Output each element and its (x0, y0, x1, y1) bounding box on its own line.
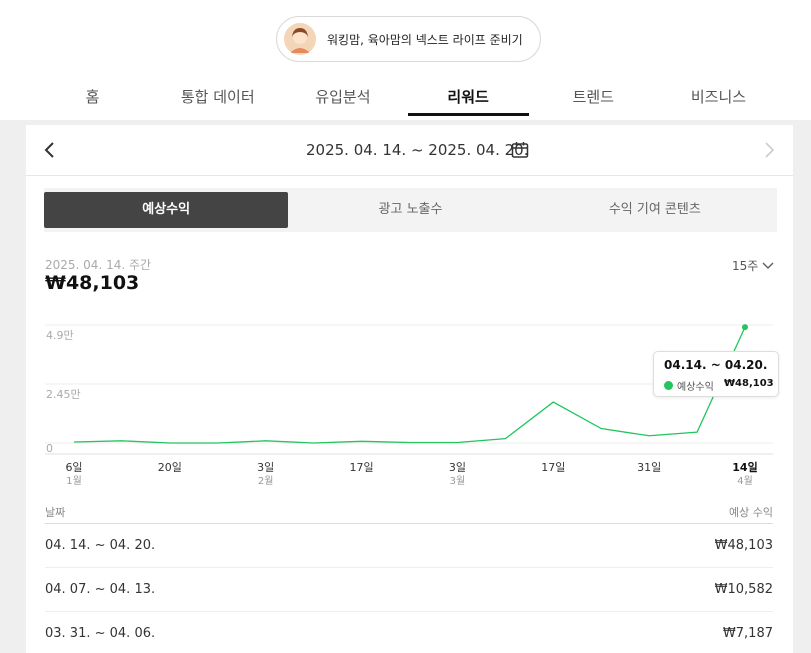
tooltip-value: ₩48,103 (724, 378, 774, 389)
profile-avatar-icon (284, 23, 316, 55)
period-dropdown[interactable]: 15주 (732, 257, 774, 274)
x-tick-month-label: 2월 (258, 475, 274, 487)
row-revenue: ₩10,582 (714, 582, 773, 597)
tooltip-title: 04.14. ~ 04.20. (664, 358, 768, 372)
series-line (73, 326, 746, 444)
x-tick-label: 3일 (449, 460, 466, 474)
metric-segmented-control: 예상수익 광고 노출수 수익 기여 콘텐츠 (44, 188, 777, 232)
tab-traffic-analysis[interactable]: 유입분석 (280, 78, 405, 118)
blog-selector[interactable]: 워킹맘, 육아맘의 넥스트 라이프 준비기 (276, 16, 541, 62)
period-dropdown-label: 15주 (732, 259, 759, 273)
x-tick-month-label: 3월 (450, 475, 466, 487)
table-header: 날짜 예상 수익 (45, 500, 773, 524)
table-row: 03. 31. ~ 04. 06. ₩7,187 (45, 612, 773, 653)
segment-contributing-content[interactable]: 수익 기여 콘텐츠 (533, 192, 777, 228)
table-row: 04. 07. ~ 04. 13. ₩10,582 (45, 568, 773, 612)
row-date: 04. 14. ~ 04. 20. (45, 538, 156, 553)
x-tick-label: 17일 (350, 460, 374, 474)
chevron-left-icon[interactable] (40, 139, 60, 161)
x-tick-month-label: 1월 (66, 475, 82, 487)
header-revenue: 예상 수익 (729, 506, 773, 519)
row-date: 03. 31. ~ 04. 06. (45, 626, 156, 641)
calendar-icon[interactable] (510, 140, 530, 160)
top-header: 워킹맘, 육아맘의 넥스트 라이프 준비기 홈 통합 데이터 유입분석 리워드 … (0, 0, 811, 120)
row-revenue: ₩7,187 (722, 626, 773, 641)
y-tick-label: 0 (46, 442, 53, 455)
x-tick-label: 3일 (257, 460, 274, 474)
tab-home[interactable]: 홈 (30, 78, 155, 118)
tab-trend[interactable]: 트렌드 (531, 78, 656, 118)
x-tick-label: 17일 (541, 460, 565, 474)
x-tick-label: 6일 (65, 460, 82, 474)
chevron-down-icon (762, 262, 774, 269)
x-tick-label: 20일 (158, 460, 182, 474)
segment-expected-revenue[interactable]: 예상수익 (44, 192, 289, 228)
chart-tooltip: 04.14. ~ 04.20. 예상수익 ₩48,103 (653, 351, 779, 397)
y-tick-label: 4.9만 (46, 329, 74, 342)
week-label: 2025. 04. 14. 주간 (45, 258, 152, 272)
header-date: 날짜 (45, 506, 66, 519)
date-navigator: 2025. 04. 14. ~ 2025. 04. 20. (26, 125, 793, 176)
legend-dot-icon (664, 381, 673, 390)
x-tick-month-label: 4월 (737, 475, 753, 487)
y-tick-label: 2.45만 (46, 388, 81, 401)
main-nav: 홈 통합 데이터 유입분석 리워드 트렌드 비즈니스 (30, 78, 781, 118)
date-range-label: 2025. 04. 14. ~ 2025. 04. 20. (306, 141, 529, 159)
row-revenue: ₩48,103 (714, 538, 773, 553)
tab-integrated-data[interactable]: 통합 데이터 (155, 78, 280, 118)
tab-business[interactable]: 비즈니스 (656, 78, 781, 118)
table-row: 04. 14. ~ 04. 20. ₩48,103 (45, 524, 773, 568)
series-point-active (742, 324, 748, 331)
tooltip-series-name: 예상수익 (677, 382, 714, 393)
revenue-line-chart: 4.9만2.45만06일1월20일 3일2월17일 3일3월17일 31일 14일4월 (45, 324, 773, 487)
reward-card: 2025. 04. 14. ~ 2025. 04. 20. 예상수익 광고 노출… (26, 125, 793, 653)
row-date: 04. 07. ~ 04. 13. (45, 582, 156, 597)
blog-name: 워킹맘, 육아맘의 넥스트 라이프 준비기 (327, 32, 523, 47)
tab-reward[interactable]: 리워드 (406, 78, 531, 118)
chevron-right-icon[interactable] (759, 139, 779, 161)
x-tick-label: 14일 (732, 460, 757, 474)
segment-ad-impressions[interactable]: 광고 노출수 (288, 192, 532, 228)
week-revenue-value: ₩48,103 (45, 272, 140, 294)
x-tick-label: 31일 (637, 460, 661, 474)
